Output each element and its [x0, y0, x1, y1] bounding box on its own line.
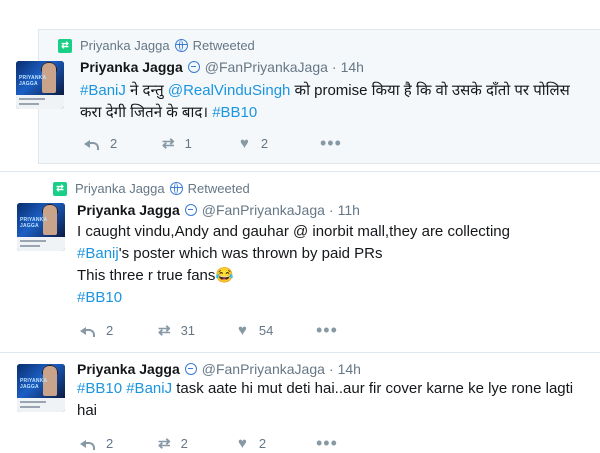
- retweet-count: 31: [180, 322, 196, 338]
- hashtag[interactable]: #Banij: [77, 245, 119, 262]
- globe-icon: [169, 182, 183, 195]
- mention[interactable]: @RealVinduSingh: [168, 82, 291, 99]
- tweet-header: Priyanka Jagga @FanPriyankaJaga · 14h: [80, 59, 364, 75]
- verified-icon: [184, 363, 197, 375]
- text-segment: This three r true fans😂: [77, 267, 235, 284]
- retweet-badge-icon: ⇄: [53, 181, 67, 196]
- author-name[interactable]: Priyanka Jagga: [80, 59, 183, 75]
- tweet-time[interactable]: 11h: [338, 202, 360, 218]
- avatar-brand: PRIYANKA JAGGA: [20, 378, 48, 390]
- heart-icon: ♥: [238, 434, 247, 452]
- retweet-badge-icon: ⇄: [58, 38, 72, 53]
- like-button[interactable]: ♥ 2: [238, 435, 316, 452]
- reply-button[interactable]: 2: [80, 436, 158, 451]
- globe-icon: [174, 39, 188, 52]
- reply-icon: [84, 137, 99, 150]
- author-handle[interactable]: @FanPriyankaJaga: [205, 59, 328, 75]
- retweet-label: Retweeted: [192, 38, 255, 53]
- avatar-brand: PRIYANKA JAGGA: [19, 75, 47, 87]
- tweet-actions: 2 ⇄ 2 ♥ 2 •••: [80, 434, 338, 452]
- text-line: #BB10: [77, 287, 592, 309]
- more-button[interactable]: •••: [316, 320, 338, 340]
- reply-count: 2: [106, 435, 114, 451]
- heart-icon: ♥: [240, 134, 249, 152]
- tweet-header: Priyanka Jagga @FanPriyankaJaga · 11h: [77, 202, 360, 218]
- text-line: This three r true fans😂: [77, 265, 592, 287]
- retweet-count: 2: [180, 435, 188, 451]
- reply-icon: [80, 324, 95, 337]
- heart-icon: ♥: [238, 321, 247, 339]
- retweet-button[interactable]: ⇄ 2: [158, 434, 238, 452]
- hashtag[interactable]: #BaniJ: [126, 380, 172, 397]
- author-name[interactable]: Priyanka Jagga: [77, 361, 180, 377]
- hashtag[interactable]: #BB10: [77, 380, 122, 397]
- more-icon: •••: [320, 133, 342, 153]
- like-count: 2: [260, 135, 269, 151]
- retweet-label: Retweeted: [187, 181, 250, 196]
- avatar[interactable]: PRIYANKA JAGGA: [16, 61, 64, 109]
- text-line: #Banij's poster which was thrown by paid…: [77, 243, 592, 265]
- hashtag[interactable]: #BaniJ: [80, 82, 126, 99]
- retweet-context: ⇄ Priyanka Jagga Retweeted: [53, 181, 250, 196]
- retweet-icon: ⇄: [158, 435, 171, 452]
- tweet-card[interactable]: PRIYANKA JAGGA Priyanka Jagga @FanPriyan…: [0, 353, 600, 452]
- retweet-button[interactable]: ⇄ 1: [162, 134, 240, 152]
- tweet-actions: 2 ⇄ 1 ♥ 2 •••: [84, 134, 342, 152]
- like-button[interactable]: ♥ 54: [238, 322, 316, 339]
- retweet-icon: ⇄: [162, 135, 175, 152]
- more-button[interactable]: •••: [316, 433, 338, 453]
- more-button[interactable]: •••: [320, 133, 342, 153]
- tweet-actions: 2 ⇄ 31 ♥ 54 •••: [80, 321, 338, 339]
- like-button[interactable]: ♥ 2: [240, 135, 320, 152]
- author-name[interactable]: Priyanka Jagga: [77, 202, 180, 218]
- author-handle[interactable]: @FanPriyankaJaga: [202, 202, 325, 218]
- avatar-brand: PRIYANKA JAGGA: [20, 217, 48, 229]
- retweet-button[interactable]: ⇄ 31: [158, 321, 238, 339]
- verified-icon: [184, 204, 197, 216]
- tweet-card[interactable]: ⇄ Priyanka Jagga Retweeted PRIYANKA JAGG…: [0, 171, 600, 353]
- text-segment: 's poster which was thrown by paid PRs: [118, 245, 383, 262]
- hashtag[interactable]: #BB10: [212, 104, 257, 121]
- retweet-icon: ⇄: [158, 322, 171, 339]
- like-count: 2: [258, 435, 267, 451]
- verified-icon: [187, 61, 200, 73]
- text-line: I caught vindu,Andy and gauhar @ inorbit…: [77, 221, 592, 243]
- tweet-text: #BaniJ ने दन्तु @RealVinduSingh को promi…: [80, 80, 580, 124]
- text-segment: ने दन्तु: [125, 82, 168, 99]
- more-icon: •••: [316, 433, 338, 453]
- retweet-user[interactable]: Priyanka Jagga: [80, 38, 170, 53]
- reply-button[interactable]: 2: [80, 323, 158, 338]
- tweet-text: I caught vindu,Andy and gauhar @ inorbit…: [77, 221, 592, 309]
- avatar[interactable]: PRIYANKA JAGGA: [17, 364, 65, 412]
- avatar[interactable]: PRIYANKA JAGGA: [17, 203, 65, 251]
- like-count: 54: [258, 322, 274, 338]
- hashtag[interactable]: #BB10: [77, 289, 122, 306]
- reply-icon: [80, 437, 95, 450]
- tweet-text: #BB10 #BaniJ task aate hi mut deti hai..…: [77, 378, 587, 422]
- tweet-card[interactable]: ⇄ Priyanka Jagga Retweeted PRIYANKA JAGG…: [16, 29, 600, 164]
- text-segment: I caught vindu,Andy and gauhar @ inorbit…: [77, 223, 510, 240]
- retweet-count: 1: [184, 135, 192, 151]
- more-icon: •••: [316, 320, 338, 340]
- reply-count: 2: [106, 322, 114, 338]
- tweet-time[interactable]: 14h: [338, 361, 361, 377]
- retweet-user[interactable]: Priyanka Jagga: [75, 181, 165, 196]
- reply-count: 2: [110, 135, 118, 151]
- retweet-context: ⇄ Priyanka Jagga Retweeted: [58, 38, 255, 53]
- author-handle[interactable]: @FanPriyankaJaga: [202, 361, 325, 377]
- reply-button[interactable]: 2: [84, 136, 162, 151]
- tweet-time[interactable]: 14h: [341, 59, 364, 75]
- tweet-header: Priyanka Jagga @FanPriyankaJaga · 14h: [77, 361, 361, 377]
